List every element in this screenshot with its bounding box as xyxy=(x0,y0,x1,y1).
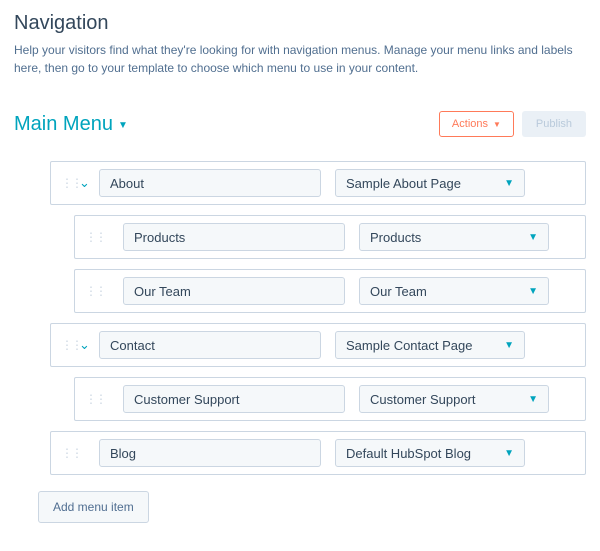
menu-selector[interactable]: Main Menu ▼ xyxy=(14,113,128,136)
caret-down-icon: ▼ xyxy=(528,394,538,405)
drag-handle-icon[interactable] xyxy=(61,180,71,186)
caret-down-icon: ▼ xyxy=(528,286,538,297)
menu-item-label-input[interactable] xyxy=(123,277,345,305)
menu-item-page-value: Sample Contact Page xyxy=(346,338,472,353)
drag-handle-icon[interactable] xyxy=(85,396,95,402)
menu-item-row: Our Team ▼ xyxy=(74,269,586,313)
expand-toggle-icon[interactable]: ⌄ xyxy=(79,175,93,191)
caret-down-icon: ▼ xyxy=(528,232,538,243)
menu-item-row: Products ▼ xyxy=(74,215,586,259)
menu-item-label-input[interactable] xyxy=(123,223,345,251)
menu-item-page-select[interactable]: Sample About Page ▼ xyxy=(335,169,525,197)
caret-down-icon: ▼ xyxy=(493,120,501,129)
menu-item-row: Customer Support ▼ xyxy=(74,377,586,421)
menu-item-row: ⌄ Sample Contact Page ▼ xyxy=(50,323,586,367)
caret-down-icon: ▼ xyxy=(118,120,128,131)
drag-handle-icon[interactable] xyxy=(61,342,71,348)
menu-item-page-value: Products xyxy=(370,230,421,245)
menu-item-page-select[interactable]: Our Team ▼ xyxy=(359,277,549,305)
caret-down-icon: ▼ xyxy=(504,448,514,459)
menu-item-page-select[interactable]: Default HubSpot Blog ▼ xyxy=(335,439,525,467)
menu-item-label-input[interactable] xyxy=(99,331,321,359)
menu-item-label-input[interactable] xyxy=(99,169,321,197)
menu-item-label-input[interactable] xyxy=(99,439,321,467)
menu-item-page-select[interactable]: Products ▼ xyxy=(359,223,549,251)
menu-item-page-select[interactable]: Customer Support ▼ xyxy=(359,385,549,413)
menu-item-row: ⌄ Sample About Page ▼ xyxy=(50,161,586,205)
drag-handle-icon[interactable] xyxy=(85,234,95,240)
menu-item-page-value: Our Team xyxy=(370,284,427,299)
expand-toggle-icon[interactable]: ⌄ xyxy=(79,337,93,353)
page-title: Navigation xyxy=(14,12,586,35)
menu-item-label-input[interactable] xyxy=(123,385,345,413)
page-subtitle: Help your visitors find what they're loo… xyxy=(14,41,574,77)
actions-button-label: Actions xyxy=(452,118,488,130)
add-menu-item-button[interactable]: Add menu item xyxy=(38,491,149,523)
menu-item-page-select[interactable]: Sample Contact Page ▼ xyxy=(335,331,525,359)
actions-button[interactable]: Actions ▼ xyxy=(439,111,514,137)
menu-selector-label: Main Menu xyxy=(14,113,113,136)
caret-down-icon: ▼ xyxy=(504,178,514,189)
drag-handle-icon[interactable] xyxy=(85,288,95,294)
menu-item-page-value: Default HubSpot Blog xyxy=(346,446,471,461)
menu-item-row: Default HubSpot Blog ▼ xyxy=(50,431,586,475)
caret-down-icon: ▼ xyxy=(504,340,514,351)
publish-button: Publish xyxy=(522,111,586,137)
menu-item-page-value: Customer Support xyxy=(370,392,476,407)
drag-handle-icon[interactable] xyxy=(61,450,71,456)
menu-item-page-value: Sample About Page xyxy=(346,176,461,191)
